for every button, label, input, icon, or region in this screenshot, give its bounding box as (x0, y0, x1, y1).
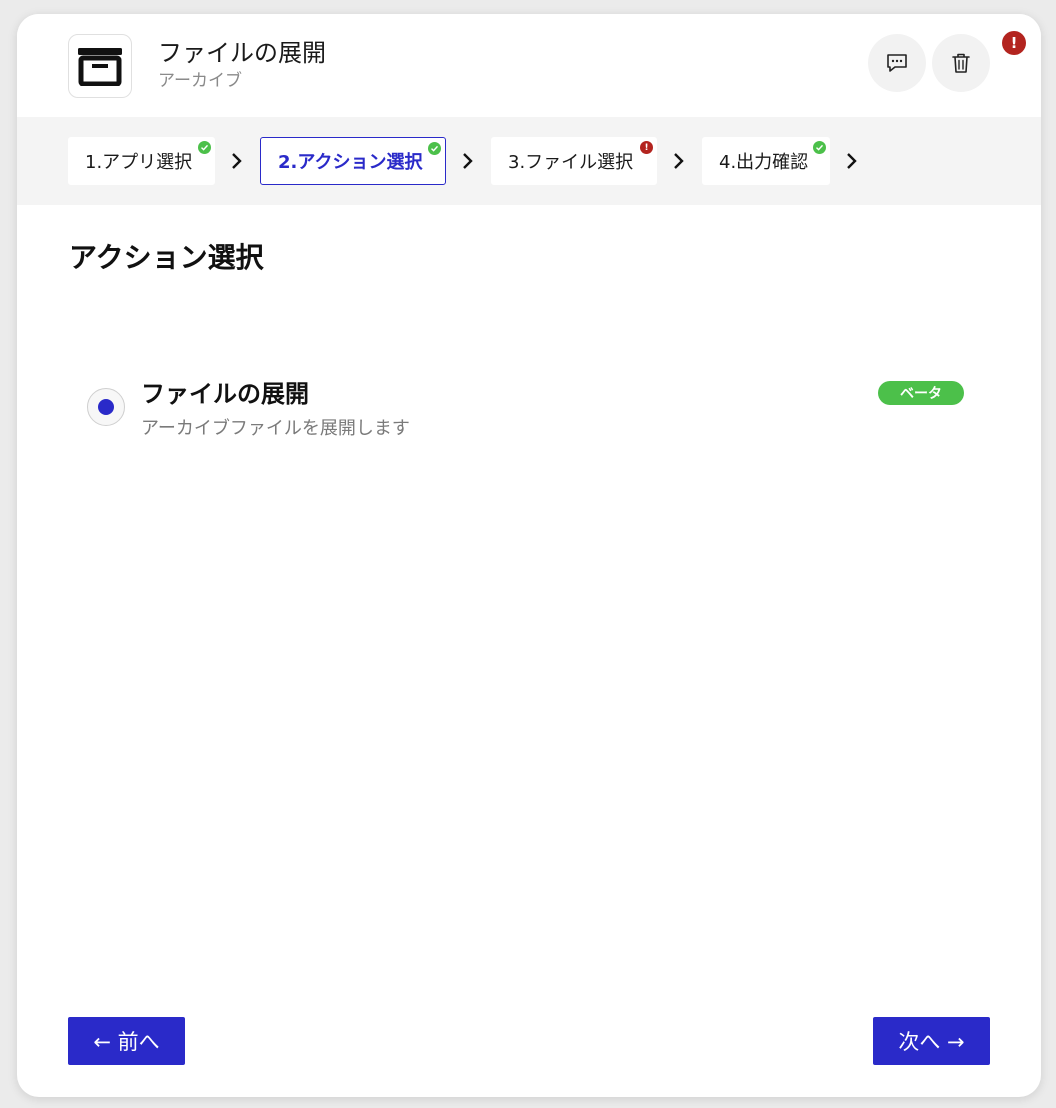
option-title: ファイルの展開 (141, 380, 309, 408)
chevron-right-icon (230, 151, 244, 171)
step-label: 2.アクション選択 (278, 152, 423, 173)
header: ファイルの展開 アーカイブ ! (17, 14, 1041, 117)
step-app-select[interactable]: 1.アプリ選択 (68, 137, 215, 185)
check-icon (428, 142, 441, 155)
archive-box-icon (78, 48, 122, 86)
step-output-confirm[interactable]: 4.出力確認 (702, 137, 830, 185)
delete-button[interactable] (932, 34, 990, 92)
check-icon (813, 141, 826, 154)
app-subtitle: アーカイブ (158, 71, 242, 91)
trash-icon (952, 53, 970, 73)
step-label: 1.アプリ選択 (85, 152, 193, 173)
check-icon (198, 141, 211, 154)
step-action-select[interactable]: 2.アクション選択 (260, 137, 446, 185)
comment-button[interactable] (868, 34, 926, 92)
step-bar: 1.アプリ選択 2.アクション選択 3.ファイル選択 ! 4.出力確認 (17, 117, 1041, 205)
chevron-right-icon (672, 151, 686, 171)
step-file-select[interactable]: 3.ファイル選択 ! (491, 137, 657, 185)
app-icon (68, 34, 132, 98)
section-title: アクション選択 (69, 241, 264, 274)
beta-badge: ベータ (878, 381, 964, 405)
chat-bubble-icon (887, 54, 907, 72)
radio-selected-dot (98, 399, 114, 415)
next-button[interactable]: 次へ → (873, 1017, 990, 1065)
wizard-card: ファイルの展開 アーカイブ ! 1.アプリ選択 2.アクション選択 3.ファイル… (17, 14, 1041, 1097)
app-title: ファイルの展開 (158, 39, 326, 67)
action-option-extract[interactable]: ファイルの展開 アーカイブファイルを展開します ベータ (69, 364, 989, 454)
option-description: アーカイブファイルを展開します (141, 418, 410, 439)
step-label: 3.ファイル選択 (508, 152, 634, 173)
error-icon: ! (640, 141, 653, 154)
chevron-right-icon (461, 151, 475, 171)
step-label: 4.出力確認 (719, 152, 809, 173)
prev-button[interactable]: ← 前へ (68, 1017, 185, 1065)
chevron-right-icon (845, 151, 859, 171)
option-radio[interactable] (87, 388, 125, 426)
error-alert-badge: ! (1002, 31, 1026, 55)
